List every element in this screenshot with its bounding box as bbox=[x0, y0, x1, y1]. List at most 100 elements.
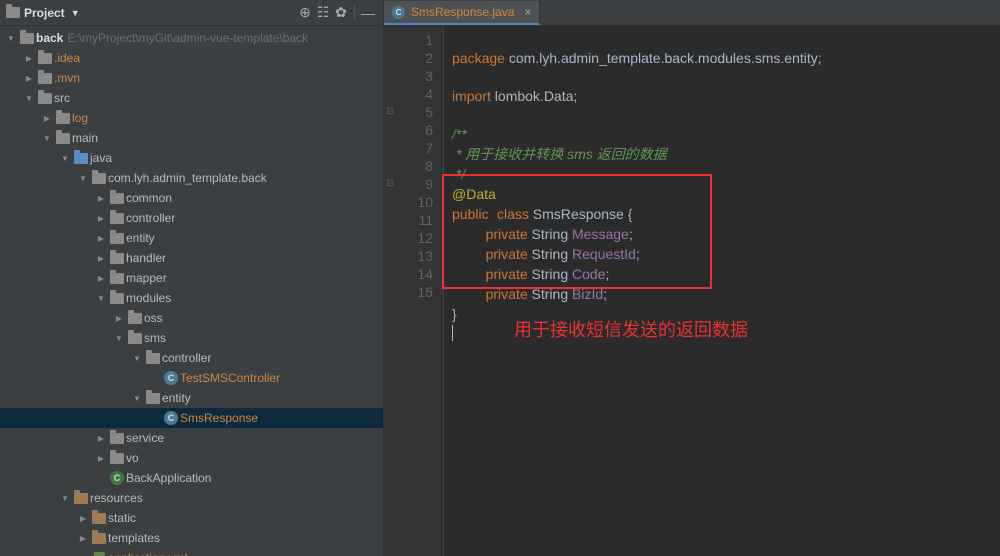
annotation-text: 用于接收短信发送的返回数据 bbox=[514, 321, 748, 339]
tree-label: static bbox=[108, 511, 136, 525]
chevron-down-icon: ▼ bbox=[71, 8, 80, 18]
folder-icon bbox=[92, 533, 106, 544]
line-number: 10 bbox=[384, 193, 433, 211]
folder-icon bbox=[110, 433, 124, 444]
line-number: 14 bbox=[384, 265, 433, 283]
tree-label: application.yml bbox=[108, 551, 187, 556]
fold-indicator-icon: ⊟ bbox=[386, 175, 394, 193]
tree-label: .idea bbox=[54, 51, 80, 65]
folder-icon bbox=[74, 493, 88, 504]
tree-item-entity[interactable]: entity bbox=[0, 228, 383, 248]
folder-icon bbox=[128, 313, 142, 324]
tree-item-controller[interactable]: controller bbox=[0, 208, 383, 228]
tree-item-mapper[interactable]: mapper bbox=[0, 268, 383, 288]
tree-label: SmsResponse bbox=[180, 411, 258, 425]
tree-item-modules[interactable]: modules bbox=[0, 288, 383, 308]
tree-label: main bbox=[72, 131, 98, 145]
tree-item-idea[interactable]: .idea bbox=[0, 48, 383, 68]
line-number: 8 bbox=[384, 157, 433, 175]
project-selector[interactable]: Project ▼ bbox=[6, 6, 80, 20]
line-number: ⊟9 bbox=[384, 175, 433, 193]
close-tab-icon[interactable]: × bbox=[524, 5, 531, 19]
text-caret bbox=[452, 325, 453, 341]
folder-icon bbox=[110, 213, 124, 224]
tree-item-main[interactable]: main bbox=[0, 128, 383, 148]
tree-item-java[interactable]: java bbox=[0, 148, 383, 168]
tree-label: java bbox=[90, 151, 112, 165]
folder-icon bbox=[38, 73, 52, 84]
package-icon bbox=[92, 173, 106, 184]
tree-label: log bbox=[72, 111, 88, 125]
tree-item-service[interactable]: service bbox=[0, 428, 383, 448]
tree-label: handler bbox=[126, 251, 166, 265]
settings-icon[interactable]: ✿ bbox=[332, 4, 350, 22]
project-header: Project ▼ ⊕ ☷ ✿ — bbox=[0, 0, 383, 26]
folder-icon bbox=[20, 33, 34, 44]
line-number: 7 bbox=[384, 139, 433, 157]
tree-label: BackApplication bbox=[126, 471, 211, 485]
yaml-file-icon bbox=[94, 552, 105, 556]
collapse-all-icon[interactable]: ☷ bbox=[314, 4, 332, 22]
tree-item-testsmscontroller[interactable]: C TestSMSController bbox=[0, 368, 383, 388]
tree-item-src[interactable]: src bbox=[0, 88, 383, 108]
tree-item-sms[interactable]: sms bbox=[0, 328, 383, 348]
tree-label: entity bbox=[126, 231, 155, 245]
tree-item-appyml[interactable]: application.yml bbox=[0, 548, 383, 556]
line-number: ⊟5 bbox=[384, 103, 433, 121]
hide-icon[interactable]: — bbox=[359, 4, 377, 22]
tree-item-oss[interactable]: oss bbox=[0, 308, 383, 328]
separator bbox=[354, 5, 355, 21]
line-number: 15 bbox=[384, 283, 433, 301]
tree-label: src bbox=[54, 91, 70, 105]
tree-item-mvn[interactable]: .mvn bbox=[0, 68, 383, 88]
tree-item-log[interactable]: log bbox=[0, 108, 383, 128]
class-icon: C bbox=[164, 411, 178, 425]
tree-label: controller bbox=[162, 351, 211, 365]
tree-item-common[interactable]: common bbox=[0, 188, 383, 208]
tree-item-vo[interactable]: vo bbox=[0, 448, 383, 468]
tree-root[interactable]: back E:\myProject\myGit\admin-vue-templa… bbox=[0, 28, 383, 48]
project-icon bbox=[6, 7, 20, 18]
editor-pane: C SmsResponse.java × 1 2 3 4 ⊟5 6 7 8 ⊟9… bbox=[384, 0, 1000, 556]
tree-label: templates bbox=[108, 531, 160, 545]
tree-label: com.lyh.admin_template.back bbox=[108, 171, 267, 185]
tree-label: service bbox=[126, 431, 164, 445]
locate-icon[interactable]: ⊕ bbox=[296, 4, 314, 22]
folder-icon bbox=[92, 513, 106, 524]
code-area[interactable]: 1 2 3 4 ⊟5 6 7 8 ⊟9 10 11 12 13 14 15 pa… bbox=[384, 26, 1000, 556]
line-number: 1 bbox=[384, 31, 433, 49]
folder-icon bbox=[146, 353, 160, 364]
folder-icon bbox=[38, 93, 52, 104]
line-number: 12 bbox=[384, 229, 433, 247]
folder-icon bbox=[38, 53, 52, 64]
code-content[interactable]: package com.lyh.admin_template.back.modu… bbox=[444, 26, 1000, 556]
tree-item-resources[interactable]: resources bbox=[0, 488, 383, 508]
tree-item-handler[interactable]: handler bbox=[0, 248, 383, 268]
folder-icon bbox=[74, 153, 88, 164]
tab-label: SmsResponse.java bbox=[411, 5, 514, 19]
tree-label: TestSMSController bbox=[180, 371, 280, 385]
line-number: 3 bbox=[384, 67, 433, 85]
tree-item-package[interactable]: com.lyh.admin_template.back bbox=[0, 168, 383, 188]
folder-icon bbox=[110, 453, 124, 464]
line-number: 11 bbox=[384, 211, 433, 229]
tree-item-sms-entity[interactable]: entity bbox=[0, 388, 383, 408]
tab-smsresponse[interactable]: C SmsResponse.java × bbox=[384, 1, 540, 25]
tree-label: .mvn bbox=[54, 71, 80, 85]
tree-label: entity bbox=[162, 391, 191, 405]
tree-label: sms bbox=[144, 331, 166, 345]
tree-item-sms-controller[interactable]: controller bbox=[0, 348, 383, 368]
tree-label: resources bbox=[90, 491, 143, 505]
tree-label: controller bbox=[126, 211, 175, 225]
folder-icon bbox=[56, 113, 70, 124]
project-sidebar: Project ▼ ⊕ ☷ ✿ — back E:\myProject\myGi… bbox=[0, 0, 384, 556]
tree-label: oss bbox=[144, 311, 163, 325]
folder-icon bbox=[110, 273, 124, 284]
tree-item-backapplication[interactable]: C BackApplication bbox=[0, 468, 383, 488]
tree-item-static[interactable]: static bbox=[0, 508, 383, 528]
project-tree[interactable]: back E:\myProject\myGit\admin-vue-templa… bbox=[0, 26, 383, 556]
tree-item-smsresponse[interactable]: C SmsResponse bbox=[0, 408, 383, 428]
line-gutter: 1 2 3 4 ⊟5 6 7 8 ⊟9 10 11 12 13 14 15 bbox=[384, 26, 444, 556]
root-path: E:\myProject\myGit\admin-vue-template\ba… bbox=[67, 31, 308, 45]
tree-item-templates[interactable]: templates bbox=[0, 528, 383, 548]
